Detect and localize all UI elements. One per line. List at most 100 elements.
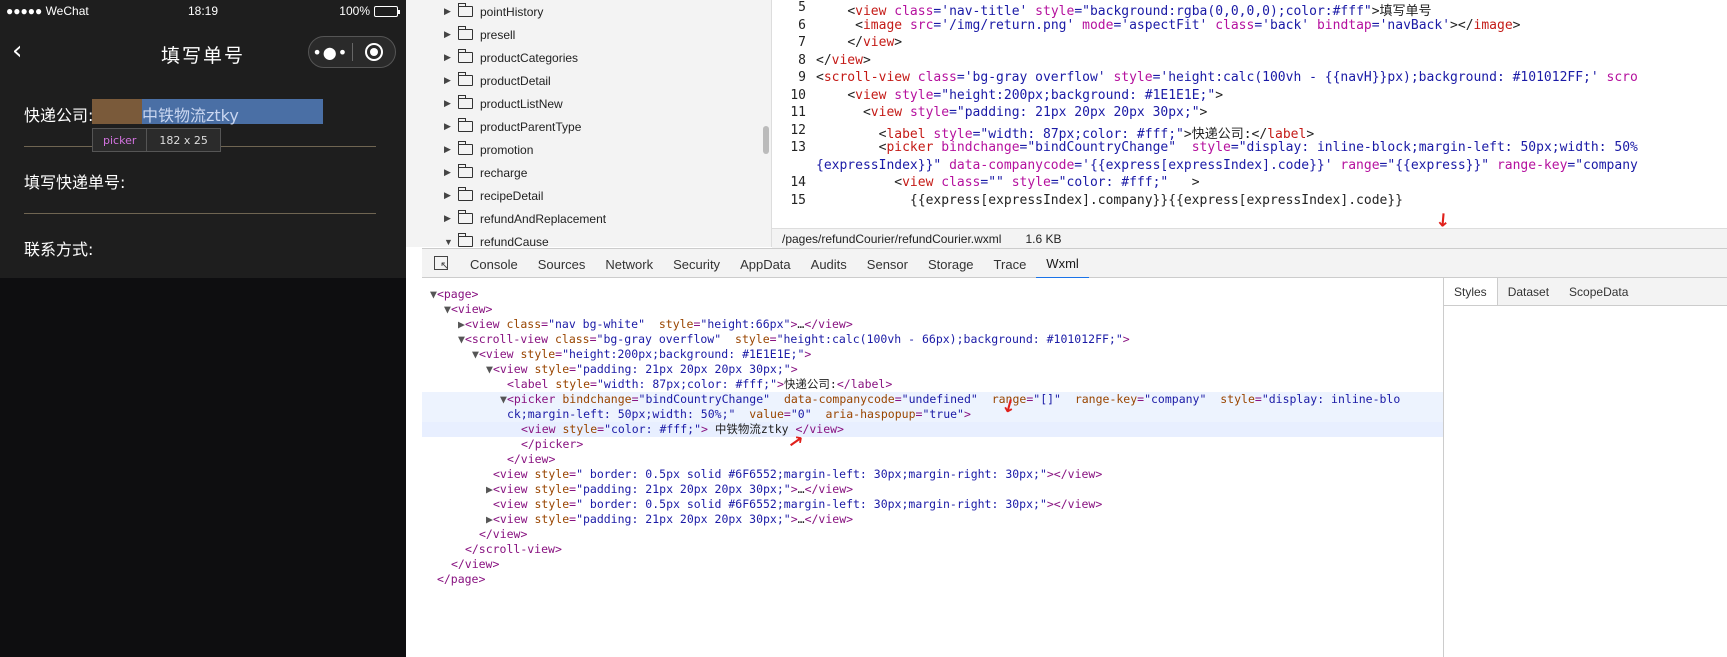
file-tree-item[interactable]: ▼ refundCause <box>406 230 771 247</box>
file-tree-item-label: refundCause <box>480 234 549 248</box>
expand-down-icon[interactable]: ▼ <box>458 332 465 346</box>
wxml-node[interactable]: </view> <box>422 557 1443 572</box>
folder-icon <box>458 233 473 247</box>
tracking-row[interactable]: 填写快递单号: <box>0 147 406 213</box>
inspect-element-button[interactable] <box>422 256 460 272</box>
code-text: <picker bindchange="bindCountryChange" s… <box>878 140 1638 155</box>
wxml-node[interactable]: ▼<page> <box>422 287 1443 302</box>
more-icon[interactable]: •●• <box>309 43 352 62</box>
expand-down-icon[interactable]: ▼ <box>472 347 479 361</box>
expand-right-icon[interactable]: ▶ <box>486 482 493 496</box>
tab-audits[interactable]: Audits <box>801 249 857 279</box>
code-line: 6 <image src='/img/return.png' mode='asp… <box>772 18 1727 36</box>
tab-sensor[interactable]: Sensor <box>857 249 918 279</box>
contact-row[interactable]: 联系方式: <box>0 214 406 280</box>
folder-icon <box>458 118 473 132</box>
file-tree-item[interactable]: ▶ recipeDetail <box>406 184 771 207</box>
wxml-node[interactable]: </view> <box>422 452 1443 467</box>
wxml-node[interactable]: <view style=" border: 0.5px solid #6F655… <box>422 497 1443 512</box>
folder-icon <box>458 49 473 63</box>
code-line: 5 <view class='nav-title' style="backgro… <box>772 0 1727 19</box>
code-editor[interactable]: 5 <view class='nav-title' style="backgro… <box>772 0 1727 228</box>
code-line: 12 <label style="width: 87px;color: #fff… <box>772 122 1727 142</box>
chevron-right-icon: ▶ <box>444 52 451 62</box>
tab-scopedata[interactable]: ScopeData <box>1559 278 1638 305</box>
tab-storage[interactable]: Storage <box>918 249 984 279</box>
file-tree-item[interactable]: ▶ pointHistory <box>406 0 771 23</box>
code-line: 15 {{express[expressIndex].company}}{{ex… <box>772 193 1727 211</box>
file-tree-item[interactable]: ▶ productParentType <box>406 115 771 138</box>
tab-trace[interactable]: Trace <box>984 249 1037 279</box>
expand-right-icon[interactable]: ▶ <box>486 512 493 526</box>
wxml-node[interactable]: ▼<view> <box>422 302 1443 317</box>
tooltip-size: 182 x 25 <box>159 133 208 147</box>
file-tree-item[interactable]: ▶ presell <box>406 23 771 46</box>
file-tree-item-label: promotion <box>480 142 534 157</box>
wxml-node[interactable]: <label style="width: 87px;color: #fff;">… <box>422 377 1443 392</box>
wxml-node[interactable]: ▼<view style="padding: 21px 20px 20px 30… <box>422 362 1443 377</box>
file-tree-item-label: recipeDetail <box>480 188 544 203</box>
line-number <box>772 158 816 176</box>
company-label: 快递公司: <box>24 106 94 125</box>
wxml-node[interactable]: ▼<picker bindchange="bindCountryChange" … <box>422 392 1443 407</box>
file-tree-scrollbar[interactable] <box>763 126 769 154</box>
expand-down-icon[interactable]: ▼ <box>444 302 451 316</box>
tab-sources[interactable]: Sources <box>528 249 596 279</box>
chevron-right-icon: ▶ <box>444 29 451 39</box>
target-icon <box>364 43 383 61</box>
company-picker[interactable]: 中铁物流ztky <box>92 99 323 125</box>
tab-wxml[interactable]: Wxml <box>1036 249 1089 279</box>
wxml-node[interactable]: </view> <box>422 527 1443 542</box>
tab-network[interactable]: Network <box>595 249 663 279</box>
tab-security[interactable]: Security <box>663 249 730 279</box>
line-number: 12 <box>790 122 806 138</box>
styles-panel: Styles Dataset ScopeData <box>1443 278 1727 657</box>
wxml-node[interactable]: ▶<view class="nav bg-white" style="heigh… <box>422 317 1443 332</box>
code-line: 13 <picker bindchange="bindCountryChange… <box>772 140 1727 158</box>
file-tree-item-label: pointHistory <box>480 4 544 19</box>
wxml-node[interactable]: ▶<view style="padding: 21px 20px 20px 30… <box>422 482 1443 497</box>
wxml-node[interactable]: ▼<scroll-view class="bg-gray overflow" s… <box>422 332 1443 347</box>
contact-label: 联系方式: <box>24 240 94 259</box>
file-tree-item[interactable]: ▶ refundAndReplacement <box>406 207 771 230</box>
wxml-node[interactable]: <view style="color: #fff;"> 中铁物流ztky </v… <box>422 422 1443 437</box>
wxml-node[interactable]: </page> <box>422 572 1443 587</box>
code-text: <label style="width: 87px;color: #fff;">… <box>878 126 1315 142</box>
wxml-node[interactable]: </scroll-view> <box>422 542 1443 557</box>
styles-panel-tabs: Styles Dataset ScopeData <box>1444 278 1727 306</box>
line-number: 9 <box>798 70 806 85</box>
wxml-node[interactable]: ▶<view style="padding: 21px 20px 20px 30… <box>422 512 1443 527</box>
file-tree-item[interactable]: ▶ productCategories <box>406 46 771 69</box>
form-area: 快递公司: 中铁物流ztky picker 182 x 25 填写快递单号: 联… <box>0 80 406 278</box>
file-tree-item[interactable]: ▶ promotion <box>406 138 771 161</box>
chevron-right-icon: ▶ <box>444 144 451 154</box>
expand-down-icon[interactable]: ▼ <box>486 362 493 376</box>
expand-down-icon[interactable]: ▼ <box>430 287 437 301</box>
wxml-node[interactable]: <view style=" border: 0.5px solid #6F655… <box>422 467 1443 482</box>
expand-down-icon[interactable]: ▼ <box>500 392 507 406</box>
tab-dataset[interactable]: Dataset <box>1498 278 1559 305</box>
expand-right-icon[interactable]: ▶ <box>458 317 465 331</box>
code-text: </view> <box>847 35 903 50</box>
file-tree: ▶ pointHistory ▶ presell ▶ productCategories ▶… <box>406 0 772 247</box>
chevron-right-icon: ▶ <box>444 167 451 177</box>
wxml-tree[interactable]: ▼<page> ▼<view> ▶<view class="nav bg-white… <box>422 278 1443 657</box>
line-number: 11 <box>790 105 806 120</box>
file-tree-item[interactable]: ▶ productDetail <box>406 69 771 92</box>
phone-simulator: ●●●●● WeChat 18:19 100% ‹ 填写单号 •●• 快递公司:… <box>0 0 406 657</box>
wxml-node[interactable]: ▼<view style="height:200px;background: #… <box>422 347 1443 362</box>
tab-appdata[interactable]: AppData <box>730 249 801 279</box>
tab-styles[interactable]: Styles <box>1444 278 1498 305</box>
file-tree-item[interactable]: ▶ productListNew <box>406 92 771 115</box>
wxml-node[interactable]: </picker> <box>422 437 1443 452</box>
close-capsule-button[interactable] <box>353 43 396 61</box>
tab-console[interactable]: Console <box>460 249 528 279</box>
file-tree-item[interactable]: ▶ recharge <box>406 161 771 184</box>
wxml-node[interactable]: ck;margin-left: 50px;width: 50%;" value=… <box>422 407 1443 422</box>
status-bar: ●●●●● WeChat 18:19 100% <box>0 0 406 22</box>
battery-area: 100% <box>339 4 400 18</box>
